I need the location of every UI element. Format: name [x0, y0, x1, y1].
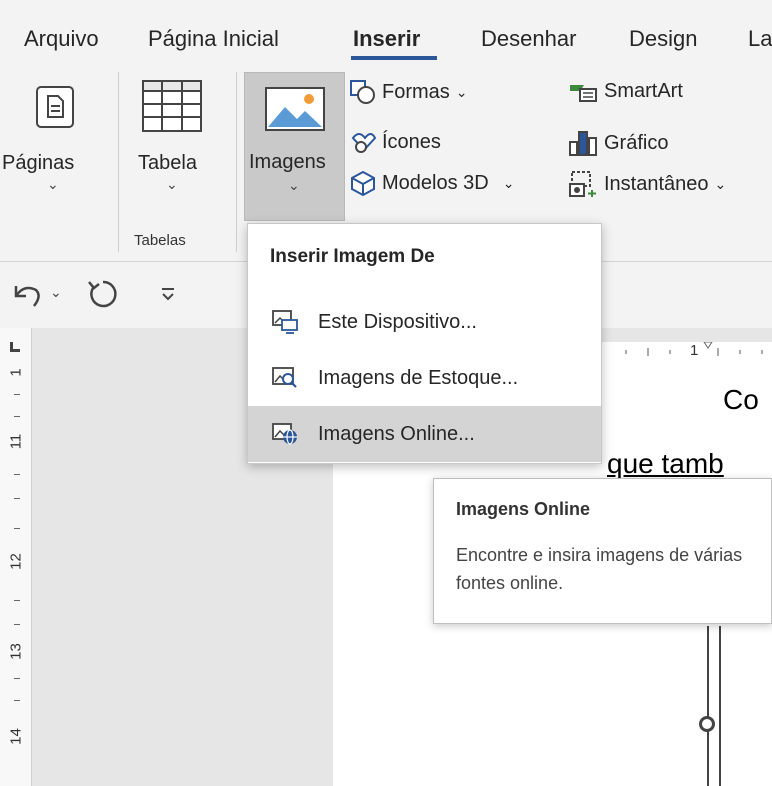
ruler-tick — [14, 624, 20, 625]
group-divider — [236, 72, 237, 252]
instantaneo-label: Instantâneo — [604, 172, 709, 195]
menu-item-imagens-online[interactable]: Imagens Online... — [248, 406, 601, 462]
tab-pagina-inicial[interactable]: Página Inicial — [148, 26, 279, 52]
ruler-tick — [14, 394, 20, 395]
document-text-line: que tamb — [607, 448, 724, 479]
online-image-icon — [272, 423, 297, 445]
tooltip-title: Imagens Online — [456, 499, 591, 519]
chevron-down-icon: ⌄ — [455, 83, 468, 100]
menu-item-imagens-estoque[interactable]: Imagens de Estoque... — [248, 350, 601, 406]
tab-design[interactable]: Design — [629, 26, 697, 52]
tab-arquivo[interactable]: Arquivo — [24, 26, 99, 52]
ruler-tick — [14, 498, 20, 499]
ruler-tick — [14, 678, 20, 679]
device-image-icon — [272, 310, 298, 334]
tooltip: Imagens Online Encontre e insira imagens… — [433, 478, 772, 624]
chart-icon — [569, 131, 597, 156]
tab-stop-icon[interactable] — [10, 342, 20, 352]
ruler-tick — [14, 600, 20, 601]
menu-header: Inserir Imagem De — [270, 246, 435, 267]
ruler-number: 11 — [7, 433, 25, 450]
horizontal-ruler-ticks — [625, 342, 763, 356]
chevron-down-icon: ⌄ — [166, 176, 178, 192]
ruler-tick — [14, 416, 20, 417]
menu-item-label: Imagens Online... — [318, 422, 475, 445]
tabelas-group-label: Tabelas — [134, 232, 186, 249]
screenshot-icon — [569, 171, 596, 197]
shapes-icon — [350, 80, 375, 104]
ruler-number: 13 — [7, 643, 25, 660]
menu-item-label: Imagens de Estoque... — [318, 366, 519, 389]
tabela-button[interactable]: Tabela ⌄ — [128, 72, 232, 222]
formas-button[interactable]: Formas ⌄ — [350, 80, 468, 104]
ruler-number: 14 — [7, 728, 25, 745]
instantaneo-button[interactable]: Instantâneo ⌄ — [568, 170, 726, 198]
icons-icon — [351, 133, 376, 153]
group-divider — [118, 72, 119, 252]
grafico-button[interactable]: Gráfico — [568, 130, 668, 156]
paginas-label: Páginas — [2, 152, 75, 174]
horizontal-ruler: 1 — [590, 342, 772, 362]
smartart-label: SmartArt — [604, 80, 683, 102]
document-text-line: Co — [723, 384, 759, 415]
ruler-number: 1 — [7, 368, 25, 377]
menu-item-este-dispositivo[interactable]: Este Dispositivo... — [248, 294, 601, 350]
smartart-button[interactable]: SmartArt — [568, 80, 683, 103]
grafico-label: Gráfico — [604, 131, 669, 154]
vertical-ruler: 1 11 12 13 14 — [0, 328, 32, 786]
chevron-down-icon: ⌄ — [47, 176, 59, 192]
modelos3d-label: Modelos 3D — [382, 171, 489, 194]
ruler-tick — [14, 700, 20, 701]
icones-button[interactable]: Ícones — [350, 130, 441, 154]
stock-image-icon — [272, 367, 297, 388]
ruler-tick — [14, 528, 20, 529]
tooltip-description: Encontre e insira imagens de várias font… — [456, 545, 743, 593]
smartart-icon — [570, 84, 597, 102]
resize-handle[interactable] — [699, 716, 715, 732]
imagens-label: Imagens — [249, 151, 326, 173]
tab-layout[interactable]: La — [748, 26, 772, 52]
modelos3d-button[interactable]: Modelos 3D ⌄ — [350, 170, 514, 196]
table-icon — [142, 80, 202, 132]
ruler-number: 1 — [690, 342, 699, 359]
undo-dropdown-icon[interactable]: ⌄ — [50, 284, 62, 301]
text-box-border — [719, 626, 721, 786]
ruler-tick — [14, 474, 20, 475]
chevron-down-icon: ⌄ — [502, 174, 515, 191]
imagens-button[interactable]: Imagens ⌄ — [244, 72, 345, 221]
tab-inserir[interactable]: Inserir — [353, 26, 420, 52]
ruler-number: 12 — [7, 553, 25, 570]
ribbon-tabs: Arquivo Página Inicial Inserir Desenhar … — [0, 0, 772, 72]
text-box-border — [707, 626, 709, 786]
active-tab-indicator — [351, 56, 437, 60]
icones-label: Ícones — [382, 130, 441, 153]
pages-icon — [36, 86, 74, 128]
redo-icon[interactable] — [86, 278, 120, 310]
picture-icon — [265, 87, 325, 131]
chevron-down-icon: ⌄ — [288, 177, 300, 193]
chevron-down-icon: ⌄ — [714, 175, 727, 192]
formas-label: Formas — [382, 80, 450, 103]
tabela-label: Tabela — [138, 152, 197, 174]
undo-icon[interactable] — [10, 280, 44, 310]
paginas-button[interactable]: Páginas ⌄ — [0, 72, 110, 222]
menu-item-label: Este Dispositivo... — [318, 310, 477, 333]
cube-3d-icon — [351, 170, 375, 196]
insert-image-menu: Inserir Imagem De Este Dispositivo... Im… — [247, 223, 602, 464]
tab-desenhar[interactable]: Desenhar — [481, 26, 576, 52]
customize-toolbar-icon[interactable] — [160, 286, 176, 302]
